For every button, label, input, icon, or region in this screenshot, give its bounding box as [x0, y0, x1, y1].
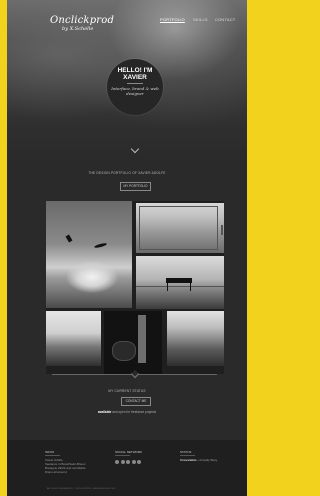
availability-rest: and open for freelance projects	[112, 410, 157, 414]
nav-portfolio[interactable]: PORTFOLIO	[160, 17, 185, 22]
footer-rule	[115, 455, 130, 456]
window-frame	[139, 206, 218, 250]
wave-splash	[66, 261, 118, 293]
status-value: Unavailable	[180, 457, 197, 462]
footer-infos-title: INFOS	[45, 450, 55, 454]
contact-button[interactable]: CONTACT ME	[121, 397, 151, 406]
footer-social-title: SOCIAL NETWORK	[115, 450, 143, 454]
hero-title: HELLO! I'M XAVIER	[117, 67, 153, 81]
gallery-photo-motorbike[interactable]	[104, 311, 162, 374]
motorbike	[112, 341, 136, 361]
logo[interactable]: Onclickprod by X.Schelle	[50, 16, 114, 32]
pier-rail	[136, 286, 224, 287]
hero-section: Onclickprod by X.Schelle PORTFOLIO SKILL…	[7, 0, 247, 158]
bench-leg	[190, 283, 191, 291]
gallery-photo-sea[interactable]	[46, 311, 101, 366]
footer-social: SOCIAL NETWORK	[115, 450, 143, 465]
logo-text: Onclickprod	[50, 15, 115, 26]
window-handle	[221, 225, 223, 235]
hero-subtitle: Interface, brand & web designer	[111, 86, 159, 96]
twitter-icon[interactable]	[115, 459, 119, 464]
behance-icon[interactable]	[137, 459, 142, 464]
bench-leg	[167, 283, 168, 291]
footer-status: STATUS Unavailable • Actually Busy	[180, 450, 217, 462]
gallery-photo-bench[interactable]	[136, 256, 224, 309]
nav-contact[interactable]: CONTACT	[215, 17, 235, 22]
footer-status-title: STATUS	[180, 450, 192, 454]
gallery-photo-surfer[interactable]	[46, 201, 132, 308]
copyright: ALL RIGHTS RESERVED © ONCLICKPROD | XAVI…	[47, 488, 116, 490]
facebook-icon[interactable]	[120, 459, 125, 464]
footer-infos-line: freelance in Brest/Saint-Brieuc	[45, 461, 86, 466]
page-frame: Onclickprod by X.Schelle PORTFOLIO SKILL…	[7, 0, 247, 496]
gallery-photo-window[interactable]	[136, 203, 224, 253]
footer-rule	[45, 455, 60, 456]
bench	[166, 278, 192, 283]
doorway	[138, 315, 146, 363]
footer-status-line: Unavailable • Actually Busy	[180, 457, 218, 462]
footer-infos-line: Dispo all around	[45, 469, 67, 474]
logo-byline: by X.Schelle	[62, 26, 94, 32]
status-title: MY CURRENT STATUS	[108, 389, 146, 393]
gallery-photo-coast[interactable]	[167, 311, 224, 366]
surfboard	[93, 242, 108, 249]
availability-text: available and open for freelance project…	[7, 410, 247, 414]
dribbble-icon[interactable]	[126, 459, 131, 464]
linkedin-icon[interactable]	[131, 459, 136, 464]
portfolio-button[interactable]: MY PORTFOLIO	[120, 182, 151, 191]
footer-infos-line: Bretagne 29/22 and worldwide	[45, 465, 86, 470]
portfolio-tagline: THE DESIGN PORTFOLIO OF XAVIER ADOLFE	[88, 171, 166, 175]
footer-infos: INFOS Xavier Adolfe freelance in Brest/S…	[45, 450, 86, 474]
footer: INFOS Xavier Adolfe freelance in Brest/S…	[7, 440, 247, 496]
surfer-silhouette	[65, 234, 73, 243]
badge-divider	[127, 83, 143, 84]
intro-badge: HELLO! I'M XAVIER Interface, brand & web…	[107, 59, 163, 115]
nav-skills[interactable]: SKILLS	[193, 17, 208, 22]
availability-bold: available	[97, 410, 112, 414]
photo-gallery	[46, 201, 224, 374]
status-detail: Actually Busy	[199, 457, 218, 462]
footer-rule	[180, 455, 195, 456]
